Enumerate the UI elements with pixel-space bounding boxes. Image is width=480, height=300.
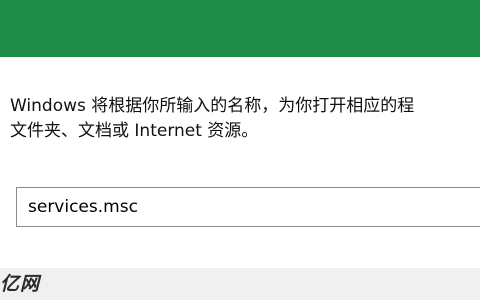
description-line: Windows 将根据你所输入的名称，为你打开相应的程 [10,96,415,116]
run-description: Windows 将根据你所输入的名称，为你打开相应的程 文件夹、文档或 Inte… [10,94,480,150]
bottom-strip: 亿网 [0,268,480,300]
open-input[interactable] [16,187,480,227]
title-bar [0,0,480,57]
run-dialog: Windows 将根据你所输入的名称，为你打开相应的程 文件夹、文档或 Inte… [0,0,480,300]
watermark: 亿网 [0,273,41,295]
description-line: 文件夹、文档或 Internet 资源。 [10,121,259,141]
